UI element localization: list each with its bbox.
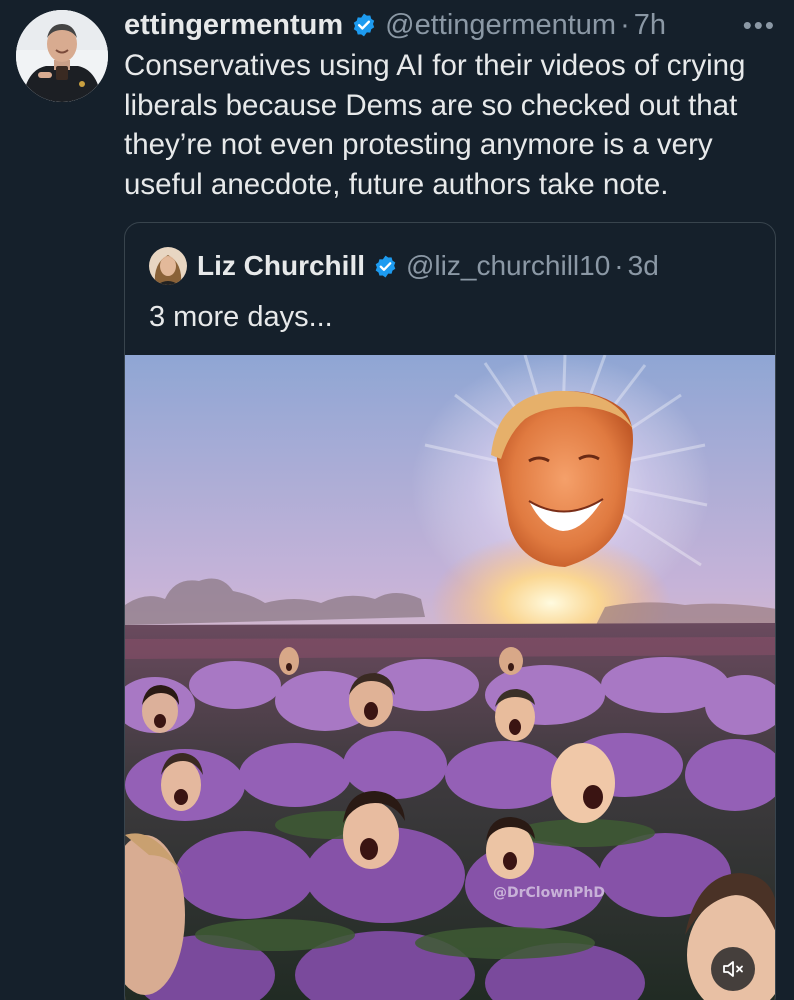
- quoted-author-avatar[interactable]: [149, 247, 187, 285]
- quoted-author-handle[interactable]: @liz_churchill10: [406, 250, 610, 282]
- tweet-timestamp[interactable]: 7h: [634, 9, 666, 42]
- video-frame: [125, 355, 775, 1000]
- author-handle[interactable]: @ettingermentum: [385, 9, 616, 42]
- verified-badge-icon[interactable]: [351, 12, 377, 38]
- separator-dot: ·: [614, 250, 624, 281]
- quoted-tweet-timestamp[interactable]: 3d: [628, 250, 659, 282]
- author-display-name[interactable]: ettingermentum: [124, 9, 343, 42]
- tweet[interactable]: ettingermentum @ettingermentum · 7h ••• …: [0, 0, 794, 1000]
- quoted-tweet-text: 3 more days...: [149, 301, 333, 333]
- separator-dot: ·: [620, 8, 630, 41]
- quoted-author-display-name[interactable]: Liz Churchill: [197, 250, 365, 282]
- more-options-icon[interactable]: •••: [743, 10, 776, 41]
- tweet-header: ettingermentum @ettingermentum · 7h •••: [124, 4, 776, 46]
- video-watermark: @DrClownPhD: [493, 885, 605, 901]
- tweet-text: Conservatives using AI for their videos …: [124, 49, 746, 201]
- quoted-tweet-card[interactable]: Liz Churchill @liz_churchill10 · 3d 3 mo…: [124, 222, 776, 1000]
- volume-muted-icon[interactable]: [711, 947, 755, 991]
- verified-badge-icon[interactable]: [373, 254, 398, 279]
- video-media[interactable]: @DrClownPhD: [125, 355, 775, 1000]
- author-avatar[interactable]: [16, 10, 108, 102]
- quoted-tweet-header: Liz Churchill @liz_churchill10 · 3d: [149, 247, 659, 285]
